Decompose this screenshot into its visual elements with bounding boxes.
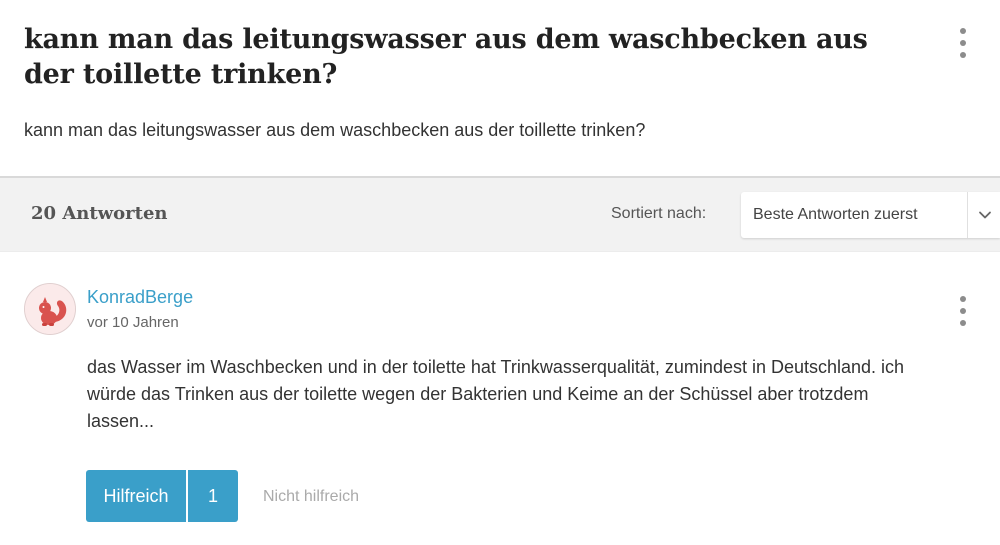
question-title: kann man das leitungswasser aus dem wasc… xyxy=(24,24,868,90)
answers-count: 20 Antworten xyxy=(31,203,168,224)
sort-divider xyxy=(967,192,968,238)
avatar[interactable] xyxy=(24,283,76,335)
menu-dot xyxy=(960,320,966,326)
menu-dot xyxy=(960,28,966,34)
answer-card: KonradBerge vor 10 Jahren das Wasser im … xyxy=(0,252,1000,544)
menu-dot xyxy=(960,296,966,302)
question-menu-icon[interactable] xyxy=(951,28,975,58)
sort-dropdown[interactable]: Beste Antworten zuerst xyxy=(741,192,1000,238)
menu-dot xyxy=(960,40,966,46)
chevron-down-icon[interactable] xyxy=(977,207,993,223)
menu-dot xyxy=(960,52,966,58)
answer-menu-icon[interactable] xyxy=(951,296,975,326)
answer-date: vor 10 Jahren xyxy=(87,314,179,331)
question-body: kann man das leitungswasser aus dem wasc… xyxy=(24,120,646,140)
sort-selected-value: Beste Antworten zuerst xyxy=(753,206,918,223)
author-link[interactable]: KonradBerge xyxy=(87,287,193,308)
squirrel-avatar-icon xyxy=(25,284,75,334)
helpful-count: 1 xyxy=(188,470,238,522)
question-section: kann man das leitungswasser aus dem wasc… xyxy=(0,0,1000,178)
not-helpful-button[interactable]: Nicht hilfreich xyxy=(263,488,359,506)
menu-dot xyxy=(960,308,966,314)
answers-toolbar: 20 Antworten Sortiert nach: Beste Antwor… xyxy=(0,178,1000,252)
sort-label: Sortiert nach: xyxy=(611,205,707,222)
helpful-button[interactable]: Hilfreich xyxy=(86,470,186,522)
answer-text: das Wasser im Waschbecken und in der toi… xyxy=(87,357,905,431)
